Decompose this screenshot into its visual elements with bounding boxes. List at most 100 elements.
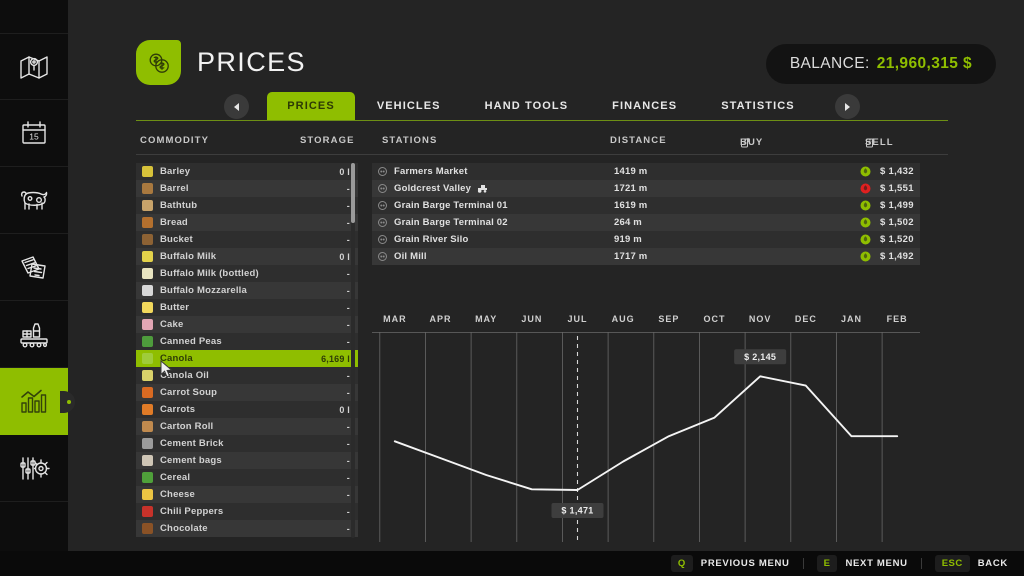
commodity-icon: [142, 251, 153, 262]
commodity-list[interactable]: Barley 0 l Barrel - Bathtub - Bread - Bucket - Buf…: [136, 163, 358, 538]
station-marker-icon: [378, 184, 387, 193]
commodity-storage: -: [346, 183, 350, 194]
station-sell-price: $ 1,499: [880, 200, 914, 211]
station-sell-price: $ 1,520: [880, 234, 914, 245]
commodity-name: Carrot Soup: [160, 387, 218, 398]
station-row[interactable]: Goldcrest Valley 1721 m $ 1,551: [372, 180, 920, 197]
tab-statistics[interactable]: STATISTICS: [699, 92, 817, 120]
station-row[interactable]: Grain River Silo 919 m $ 1,520: [372, 231, 920, 248]
station-name: Oil Mill: [394, 251, 427, 262]
commodity-name: Cheese: [160, 489, 195, 500]
sidebar-item-production[interactable]: [0, 301, 68, 368]
commodity-row[interactable]: Carrot Soup -: [136, 384, 358, 401]
column-header-sell: SELL: [865, 137, 894, 148]
commodity-storage: -: [346, 200, 350, 211]
commodity-name: Chocolate: [160, 523, 208, 534]
hint-back[interactable]: ESC BACK: [934, 555, 1008, 572]
commodity-icon: [142, 472, 153, 483]
commodity-row[interactable]: Chocolate -: [136, 520, 358, 537]
commodity-icon: [142, 285, 153, 296]
commodity-name: Bread: [160, 217, 188, 228]
sidebar-item-calendar[interactable]: 15: [0, 100, 68, 167]
commodity-row[interactable]: Barrel -: [136, 180, 358, 197]
commodity-storage: -: [346, 523, 350, 534]
commodity-icon: [142, 404, 153, 415]
column-header-distance: DISTANCE: [610, 135, 667, 146]
tab-hand-tools[interactable]: HAND TOOLS: [463, 92, 591, 120]
commodity-row[interactable]: Cereal -: [136, 469, 358, 486]
hint-next-menu[interactable]: E NEXT MENU: [816, 555, 908, 572]
tab-vehicles[interactable]: VEHICLES: [355, 92, 463, 120]
sidebar-item-statistics[interactable]: [0, 368, 75, 435]
station-row[interactable]: Grain Barge Terminal 02 264 m $ 1,502: [372, 214, 920, 231]
sidebar-item-map[interactable]: [0, 33, 68, 100]
station-distance: 1721 m: [614, 183, 648, 194]
documents-icon: [19, 254, 49, 281]
tractor-icon: [478, 185, 488, 193]
commodity-storage: -: [346, 387, 350, 398]
commodity-storage: -: [346, 336, 350, 347]
commodity-storage: 6,169 l: [321, 353, 350, 364]
chart-month-label: MAR: [383, 314, 407, 324]
station-row[interactable]: Farmers Market 1419 m $ 1,432: [372, 163, 920, 180]
commodity-row[interactable]: Buffalo Milk 0 l: [136, 248, 358, 265]
balance-display: BALANCE: 21,960,315 $: [765, 44, 996, 84]
sidebar-item-settings[interactable]: [0, 435, 68, 502]
commodity-row[interactable]: Cheese -: [136, 486, 358, 503]
commodity-row[interactable]: Carton Roll -: [136, 418, 358, 435]
commodity-name: Canola Oil: [160, 370, 209, 381]
commodity-row[interactable]: Cement bags -: [136, 452, 358, 469]
factory-icon: [18, 321, 50, 348]
commodity-storage: -: [346, 217, 350, 228]
bar-chart-icon: [19, 388, 49, 415]
commodity-row[interactable]: Canned Peas -: [136, 333, 358, 350]
commodity-row[interactable]: Chili Peppers -: [136, 503, 358, 520]
commodity-storage: -: [346, 370, 350, 381]
station-marker-icon: [378, 235, 387, 244]
commodity-row[interactable]: Buffalo Mozzarella -: [136, 282, 358, 299]
station-sell-price: $ 1,432: [880, 166, 914, 177]
tab-prev-arrow[interactable]: [224, 94, 250, 119]
hint-label: PREVIOUS MENU: [700, 558, 790, 569]
hint-previous-menu[interactable]: Q PREVIOUS MENU: [670, 555, 790, 572]
commodity-storage: -: [346, 285, 350, 296]
commodity-row[interactable]: Bread -: [136, 214, 358, 231]
page-title: PRICES: [197, 47, 306, 77]
tab-prices[interactable]: PRICES: [267, 92, 355, 120]
column-header-commodity: COMMODITY: [140, 135, 210, 146]
chart-month-label: NOV: [748, 314, 772, 324]
tab-next-arrow[interactable]: [834, 94, 860, 119]
game-menu-screen: 15 PRICES BALANCE: 21,960,315 $ PRICES V…: [0, 0, 1024, 576]
page-header: PRICES: [136, 40, 306, 85]
scrollbar-thumb[interactable]: [351, 163, 355, 223]
commodity-name: Cement bags: [160, 455, 222, 466]
station-marker-icon: [378, 201, 387, 210]
chart-month-label: FEB: [886, 314, 908, 324]
sidebar-item-animals[interactable]: [0, 167, 68, 234]
station-row[interactable]: Grain Barge Terminal 01 1619 m $ 1,499: [372, 197, 920, 214]
station-marker-icon: [378, 167, 387, 176]
sidebar-item-contracts[interactable]: [0, 234, 68, 301]
tab-finances[interactable]: FINANCES: [590, 92, 699, 120]
balance-value: 21,960,315 $: [876, 55, 972, 72]
station-sell-price: $ 1,551: [880, 183, 914, 194]
commodity-row[interactable]: Carrots 0 l: [136, 401, 358, 418]
commodity-storage: -: [346, 421, 350, 432]
commodity-name: Butter: [160, 302, 190, 313]
balance-label: BALANCE:: [789, 55, 870, 72]
commodity-icon: [142, 200, 153, 211]
commodity-row[interactable]: Bucket -: [136, 231, 358, 248]
hint-separator: [802, 558, 804, 569]
commodity-row[interactable]: Cement Brick -: [136, 435, 358, 452]
station-row[interactable]: Oil Mill 1717 m $ 1,492: [372, 248, 920, 265]
station-sell-price: $ 1,502: [880, 217, 914, 228]
commodity-name: Canola: [160, 353, 193, 364]
commodity-list-scrollbar[interactable]: [351, 163, 355, 538]
commodity-row[interactable]: Barley 0 l: [136, 163, 358, 180]
commodity-row[interactable]: Butter -: [136, 299, 358, 316]
chart-month-label: JUN: [521, 314, 543, 324]
stations-table: Farmers Market 1419 m $ 1,432 Goldcrest Val…: [372, 163, 920, 265]
commodity-row[interactable]: Buffalo Milk (bottled) -: [136, 265, 358, 282]
commodity-row[interactable]: Bathtub -: [136, 197, 358, 214]
commodity-row[interactable]: Cake -: [136, 316, 358, 333]
